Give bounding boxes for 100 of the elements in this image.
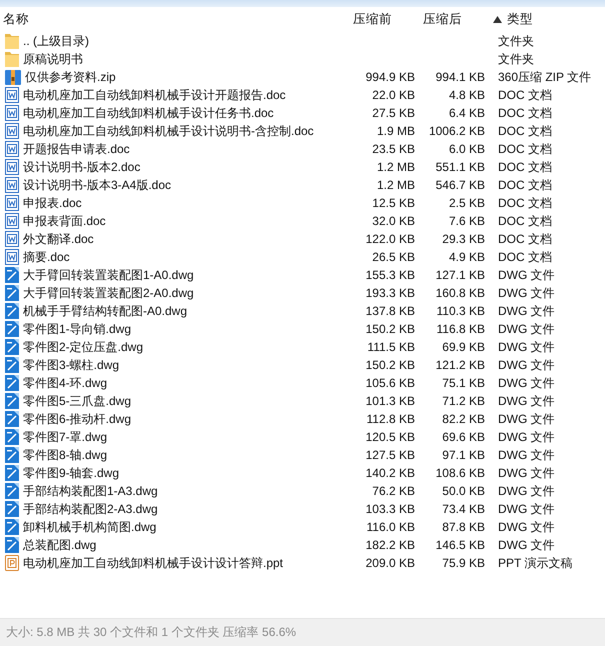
document-icon [5, 87, 19, 103]
file-name[interactable]: 仅供参考资料.zip [5, 68, 116, 86]
compressed-size: 546.7 KB [436, 178, 485, 192]
document-icon [5, 159, 19, 175]
file-name[interactable]: 总装配图.dwg [5, 536, 96, 554]
compressed-size: 6.0 KB [448, 142, 485, 156]
column-header[interactable]: 压缩前 [353, 11, 392, 28]
file-name[interactable]: 手部结构装配图2-A3.dwg [5, 500, 158, 518]
compressed-size: 29.3 KB [442, 232, 485, 246]
compressed-size: 551.1 KB [436, 160, 485, 174]
compressed-size: 50.0 KB [442, 484, 485, 498]
file-name[interactable]: 原稿说明书 [5, 50, 83, 68]
compressed-size: 116.8 KB [436, 322, 485, 336]
file-name[interactable]: 手部结构装配图1-A3.dwg [5, 482, 158, 500]
file-name[interactable]: 零件图6-推动杆.dwg [5, 410, 132, 428]
folder-icon [5, 33, 19, 49]
folder-icon [5, 51, 19, 67]
compressed-size: 127.1 KB [436, 268, 485, 282]
file-name[interactable]: 开题报告申请表.doc [5, 140, 130, 158]
original-size: 26.5 KB [372, 250, 415, 264]
original-size: 12.5 KB [372, 196, 415, 210]
compressed-size: 7.6 KB [448, 214, 485, 228]
file-name[interactable]: 申报表.doc [5, 194, 82, 212]
file-name[interactable]: 大手臂回转装置装配图1-A0.dwg [5, 266, 194, 284]
file-name[interactable]: 零件图8-轴.dwg [5, 446, 108, 464]
file-name[interactable]: 零件图7-罩.dwg [5, 428, 108, 446]
original-size: 76.2 KB [372, 484, 415, 498]
drawing-file-icon [5, 357, 19, 373]
original-size: 1.2 MB [376, 160, 415, 174]
compressed-size: 110.3 KB [436, 304, 485, 318]
compressed-size: 2.5 KB [448, 196, 485, 210]
file-name[interactable]: 大手臂回转装置装配图2-A0.dwg [5, 284, 194, 302]
file-name[interactable]: .. (上级目录) [5, 32, 89, 50]
drawing-file-icon [5, 519, 19, 535]
file-name[interactable]: 外文翻译.doc [5, 230, 94, 248]
file-name[interactable]: 零件图2-定位压盘.dwg [5, 338, 144, 356]
file-name[interactable]: 摘要.doc [5, 248, 70, 266]
drawing-file-icon [5, 375, 19, 391]
compressed-size: 121.2 KB [436, 358, 485, 372]
column-header[interactable]: 压缩后 [423, 11, 462, 28]
original-size: 23.5 KB [372, 142, 415, 156]
document-icon [5, 105, 19, 121]
drawing-file-icon [5, 339, 19, 355]
file-type: DWG 文件 [498, 304, 555, 318]
drawing-file-icon [5, 465, 19, 481]
file-type: DWG 文件 [498, 376, 555, 390]
document-icon [5, 213, 19, 229]
file-type: DOC 文档 [498, 196, 552, 210]
file-name[interactable]: 电动机座加工自动线卸料机械手设计开题报告.doc [5, 86, 286, 104]
file-name[interactable]: 零件图5-三爪盘.dwg [5, 392, 132, 410]
drawing-file-icon [5, 303, 19, 319]
file-type: DWG 文件 [498, 484, 555, 498]
original-size: 101.3 KB [366, 394, 415, 408]
column-header[interactable]: 名称 [3, 11, 29, 28]
compressed-size: 75.1 KB [442, 376, 485, 390]
drawing-file-icon [5, 429, 19, 445]
original-size: 103.3 KB [366, 502, 415, 516]
file-name[interactable]: 电动机座加工自动线卸料机械手设计任务书.doc [5, 104, 274, 122]
file-name[interactable]: 卸料机械手机构简图.dwg [5, 518, 156, 536]
file-name[interactable]: 申报表背面.doc [5, 212, 106, 230]
file-name[interactable]: 电动机座加工自动线卸料机械手设计说明书-含控制.doc [5, 122, 314, 140]
compressed-size: 75.9 KB [442, 556, 485, 570]
file-type: DOC 文档 [498, 178, 552, 192]
file-type: DWG 文件 [498, 340, 555, 354]
original-size: 1.9 MB [376, 124, 415, 138]
file-type: DOC 文档 [498, 232, 552, 246]
document-icon [5, 177, 19, 193]
compressed-size: 4.8 KB [448, 88, 485, 102]
column-header[interactable]: 类型 [493, 11, 533, 28]
file-name[interactable]: 设计说明书-版本3-A4版.doc [5, 176, 172, 194]
drawing-file-icon [5, 267, 19, 283]
original-size: 155.3 KB [366, 268, 415, 282]
original-size: 27.5 KB [372, 106, 415, 120]
compressed-size: 69.9 KB [442, 340, 485, 354]
file-name[interactable]: 电动机座加工自动线卸料机械手设计设计答辩.ppt [5, 554, 284, 572]
original-size: 182.2 KB [366, 538, 415, 552]
original-size: 193.3 KB [366, 286, 415, 300]
file-name[interactable]: 机械手手臂结构转配图-A0.dwg [5, 302, 188, 320]
file-type: DWG 文件 [498, 502, 555, 516]
file-name[interactable]: 零件图9-轴套.dwg [5, 464, 120, 482]
file-type: 文件夹 [498, 52, 534, 66]
file-name[interactable]: 零件图4-环.dwg [5, 374, 108, 392]
compressed-size: 1006.2 KB [428, 124, 485, 138]
file-type: DOC 文档 [498, 214, 552, 228]
drawing-file-icon [5, 501, 19, 517]
file-type: DWG 文件 [498, 466, 555, 480]
drawing-file-icon [5, 321, 19, 337]
original-size: 105.6 KB [366, 376, 415, 390]
file-name[interactable]: 零件图1-导向销.dwg [5, 320, 132, 338]
document-icon [5, 231, 19, 247]
original-size: 112.8 KB [366, 412, 415, 426]
document-icon [5, 141, 19, 157]
compressed-size: 160.8 KB [436, 286, 485, 300]
file-name[interactable]: 零件图3-螺柱.dwg [5, 356, 120, 374]
file-type: DOC 文档 [498, 124, 552, 138]
compressed-size: 994.1 KB [436, 70, 485, 84]
file-type: DWG 文件 [498, 358, 555, 372]
file-name[interactable]: 设计说明书-版本2.doc [5, 158, 140, 176]
original-size: 150.2 KB [366, 358, 415, 372]
file-type: DOC 文档 [498, 250, 552, 264]
